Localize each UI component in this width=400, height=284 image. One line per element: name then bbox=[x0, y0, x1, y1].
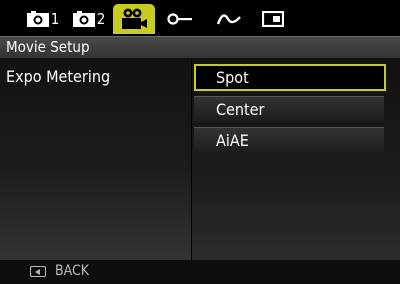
footer-bar: BACK bbox=[0, 260, 400, 284]
setting-item-expo-metering[interactable]: Expo Metering bbox=[6, 67, 110, 86]
menu-header: Movie Setup bbox=[0, 36, 400, 59]
tab-movie[interactable] bbox=[113, 4, 155, 34]
tab-playback[interactable] bbox=[258, 4, 288, 34]
wave-icon bbox=[216, 14, 241, 25]
camera-icon bbox=[26, 11, 49, 27]
option-label: Spot bbox=[216, 68, 249, 87]
page-title: Movie Setup bbox=[6, 38, 90, 56]
option-center[interactable]: Center bbox=[194, 96, 384, 122]
tab-key[interactable] bbox=[163, 4, 197, 34]
option-label: AiAE bbox=[216, 131, 249, 150]
back-button-icon[interactable] bbox=[30, 266, 46, 277]
playback-icon bbox=[262, 11, 284, 27]
tab-number: 1 bbox=[50, 10, 60, 28]
tab-camera-2[interactable]: 2 bbox=[68, 4, 110, 34]
camera-icon bbox=[72, 11, 95, 27]
back-label: BACK bbox=[55, 263, 90, 279]
option-aiae[interactable]: AiAE bbox=[194, 127, 384, 153]
tab-number: 2 bbox=[96, 10, 106, 28]
tab-camera-1[interactable]: 1 bbox=[22, 4, 64, 34]
key-icon bbox=[167, 13, 192, 25]
settings-list: Expo Metering bbox=[0, 58, 191, 260]
option-spot[interactable]: Spot bbox=[194, 64, 386, 91]
tab-wave[interactable] bbox=[212, 4, 246, 34]
tab-bar: 1 2 bbox=[0, 0, 400, 36]
movie-icon bbox=[122, 8, 147, 29]
option-label: Center bbox=[216, 100, 265, 119]
